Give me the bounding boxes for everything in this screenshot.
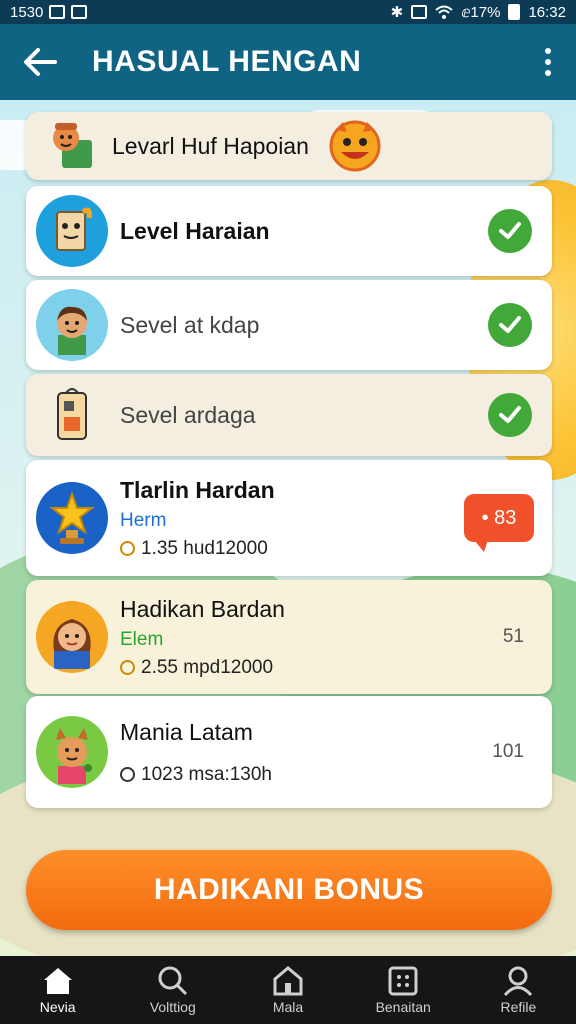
phone-icon: [36, 379, 108, 451]
search-icon: [158, 966, 187, 995]
list-item-header[interactable]: Levarl Huf Hapoian: [26, 112, 552, 180]
nav-label: Benaitan: [375, 998, 431, 1015]
bottom-navigation: Nevia Volttiog Mala Benaitan Refile: [0, 956, 576, 1024]
list-item-level-2[interactable]: Sevel at kdap: [26, 280, 552, 370]
battery-icon: [508, 4, 521, 20]
row-label: Sevel at kdap: [120, 311, 260, 338]
nav-item-benaitan[interactable]: Benaitan: [346, 956, 461, 1024]
row-sublabel[interactable]: Herm: [120, 510, 275, 532]
row-meta: 1023 msa:130h: [120, 764, 272, 786]
app-bar: HASUAL HENGAN: [0, 24, 576, 100]
row-meta-text: 1.35 hud12000: [141, 537, 268, 559]
status-time-left: 1530: [10, 3, 44, 21]
row-label: Levarl Huf Hapoian: [112, 132, 309, 159]
house-icon: [273, 965, 303, 995]
row-meta-text: 2.55 mpd12000: [141, 656, 274, 678]
character-avatar: [36, 289, 108, 361]
smiley-icon: [325, 116, 385, 177]
bonus-button[interactable]: HADIKANI BONUS: [26, 850, 552, 930]
character-avatar: [36, 716, 108, 788]
back-button[interactable]: [0, 24, 80, 100]
row-count: 51: [502, 626, 524, 647]
more-vertical-icon: [545, 48, 551, 54]
profile-icon: [504, 966, 533, 996]
check-icon: [488, 209, 532, 253]
nav-label: Nevia: [39, 998, 76, 1015]
nfc-icon: [411, 5, 428, 19]
status-bar: 1530 ✱ ⅇ17% 16:32: [0, 0, 576, 24]
row-sublabel[interactable]: Elem: [120, 629, 285, 651]
check-icon: [488, 303, 532, 347]
list-item-level-5[interactable]: Hadikan Bardan Elem 2.55 mpd12000 51: [26, 580, 552, 694]
home-icon: [43, 967, 72, 994]
notification-icon: [71, 5, 88, 19]
coin-icon: [120, 541, 135, 556]
nav-item-profile[interactable]: Refile: [461, 956, 576, 1024]
row-meta: 2.55 mpd12000: [120, 657, 285, 679]
bluetooth-icon: ✱: [390, 4, 404, 21]
nav-item-home[interactable]: Nevia: [0, 956, 115, 1024]
arrow-left-icon: [24, 48, 57, 76]
row-label: Hadikan Bardan: [120, 595, 285, 622]
coin-icon: [120, 660, 135, 675]
clock-icon: [120, 767, 135, 782]
grid-icon: [388, 966, 418, 995]
check-icon: [488, 393, 532, 437]
character-avatar: [42, 118, 98, 174]
nav-label: Refile: [500, 998, 537, 1015]
list-item-level-6[interactable]: Mania Latam 1023 msa:130h 101: [26, 696, 552, 808]
nav-label: Volttiog: [149, 998, 196, 1015]
status-time-right: 16:32: [528, 3, 566, 21]
wifi-icon: [435, 5, 453, 19]
overflow-menu-button[interactable]: [520, 24, 576, 100]
character-avatar: [36, 195, 108, 267]
nav-item-search[interactable]: Volttiog: [115, 956, 230, 1024]
row-label: Tlarlin Hardan: [120, 476, 275, 503]
page-title: HASUAL HENGAN: [92, 45, 362, 78]
row-meta-text: 1023 msa:130h: [141, 763, 272, 785]
notification-badge[interactable]: • 83: [464, 494, 534, 552]
badge-count: • 83: [481, 506, 517, 529]
trophy-avatar: [36, 482, 108, 554]
row-label: Mania Latam: [120, 718, 253, 745]
row-label: Sevel ardaga: [120, 401, 256, 428]
row-meta: 1.35 hud12000: [120, 538, 275, 560]
row-label: Level Haraian: [120, 217, 270, 244]
mail-icon: [49, 5, 66, 19]
list-item-level-4[interactable]: Tlarlin Hardan Herm 1.35 hud12000 • 83: [26, 460, 552, 576]
battery-percent: ⅇ17%: [461, 4, 501, 21]
nav-item-mala[interactable]: Mala: [230, 956, 345, 1024]
row-count: 101: [492, 741, 524, 762]
character-avatar: [36, 601, 108, 673]
list-item-level-1[interactable]: Level Haraian: [26, 186, 552, 276]
nav-label: Mala: [272, 998, 304, 1015]
list-item-level-3[interactable]: Sevel ardaga: [26, 374, 552, 456]
